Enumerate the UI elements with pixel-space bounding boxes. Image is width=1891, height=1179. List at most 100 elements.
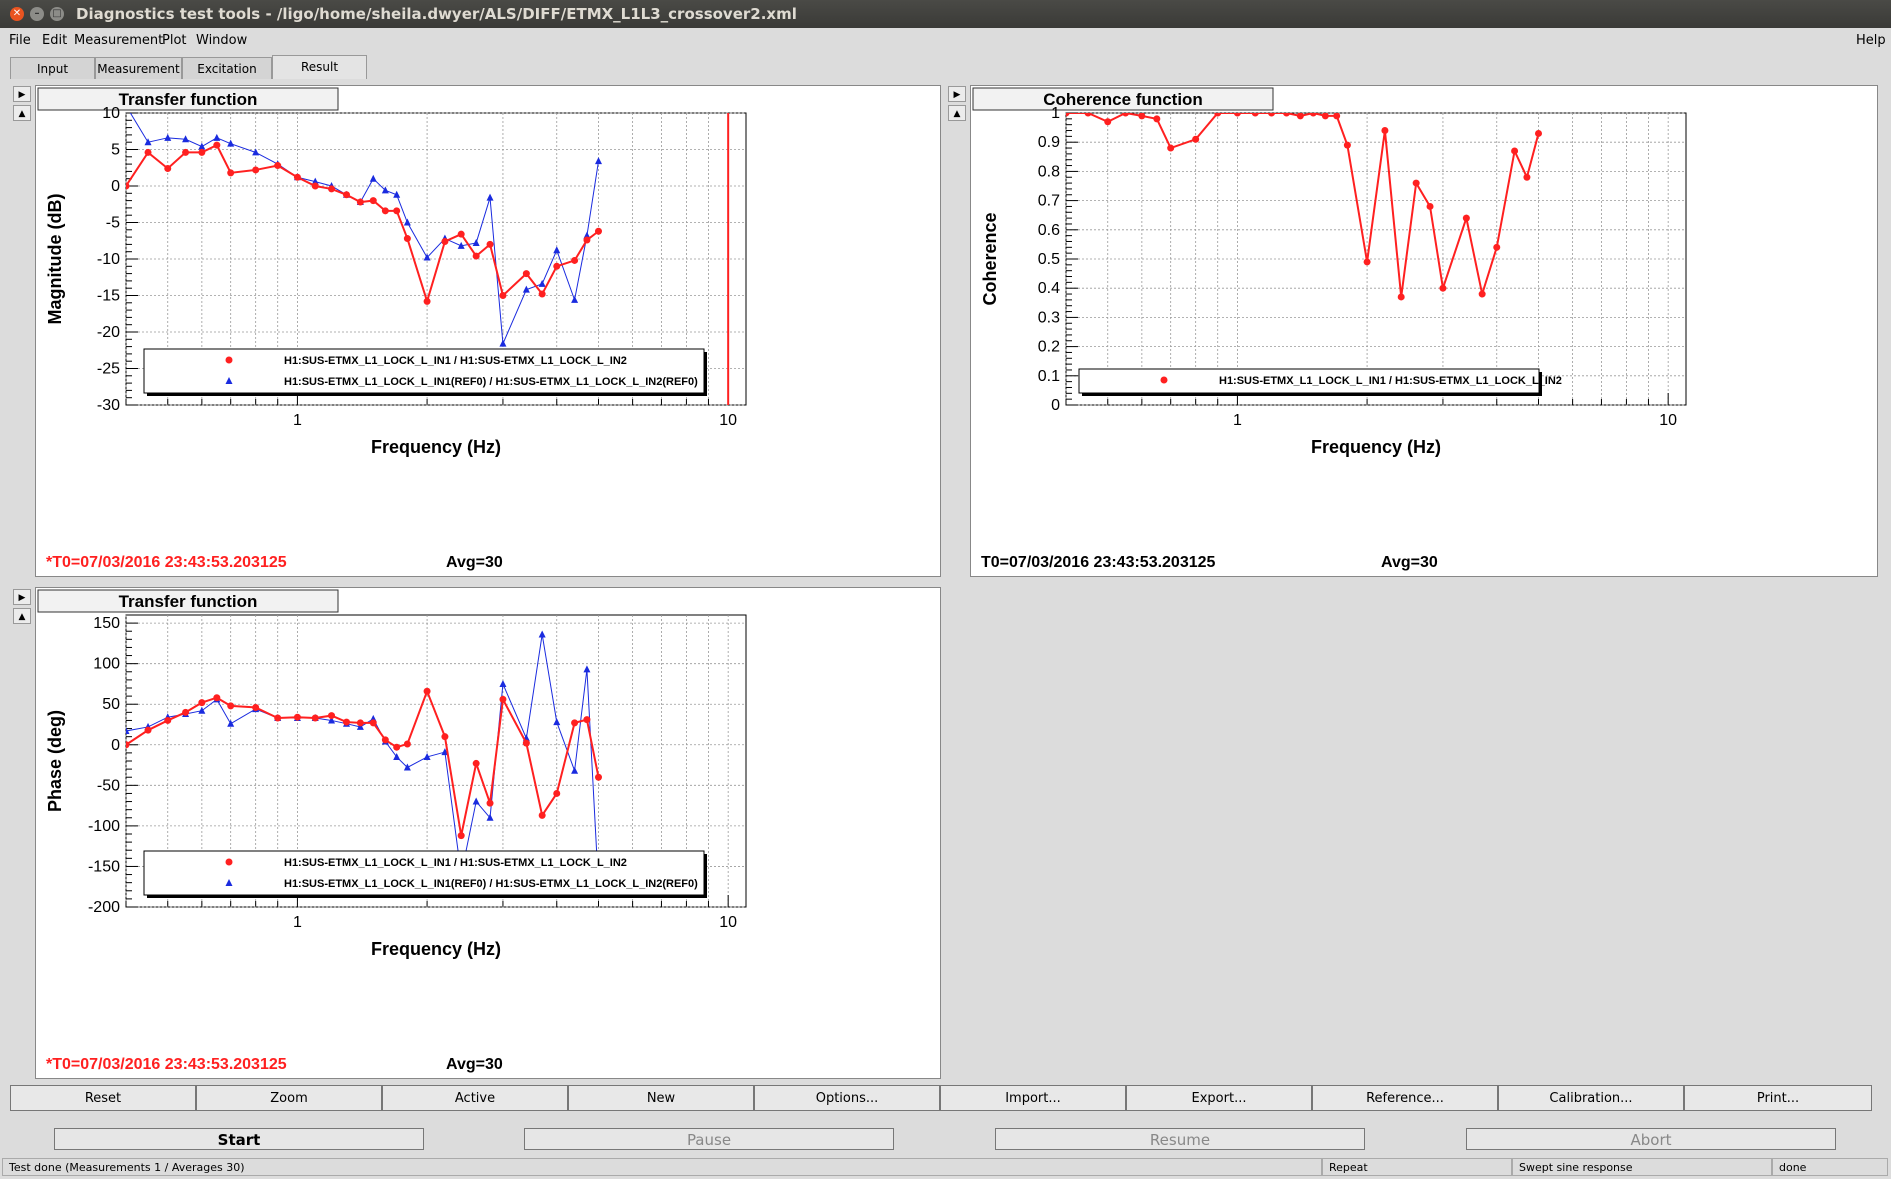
up-arrow-icon[interactable]: ▲ (13, 608, 31, 624)
resume-button[interactable]: Resume (995, 1128, 1365, 1150)
tab-result[interactable]: Result (272, 55, 367, 79)
data-point-red (441, 237, 449, 245)
y-tick-label: 10 (102, 105, 120, 122)
data-point-red (164, 716, 172, 724)
timestamp-label: *T0=07/03/2016 23:43:53.203125 (46, 1056, 287, 1073)
legend-marker-red (225, 356, 233, 364)
zoom-button[interactable]: Zoom (196, 1085, 382, 1111)
reset-button[interactable]: Reset (10, 1085, 196, 1111)
data-point-red (457, 230, 465, 238)
data-point-red (1214, 113, 1222, 117)
calibration-button[interactable]: Calibration... (1498, 1085, 1684, 1111)
y-tick-label: 0.2 (1038, 339, 1060, 356)
data-point-red (356, 719, 364, 727)
data-point-red (393, 207, 401, 215)
data-point-red (423, 297, 431, 305)
y-tick-label: -5 (106, 215, 120, 232)
legend-marker-red (225, 858, 233, 866)
data-point-red (293, 173, 301, 181)
y-axis-label: Magnitude (dB) (45, 194, 65, 325)
up-arrow-icon[interactable]: ▲ (13, 105, 31, 121)
data-point-red (342, 718, 350, 726)
data-point-red (381, 736, 389, 744)
data-point-red (1534, 129, 1542, 137)
y-tick-label: 0.4 (1038, 280, 1060, 297)
y-tick-label: 0.5 (1038, 251, 1060, 268)
menu-measurement[interactable]: Measurement (74, 33, 163, 48)
y-tick-label: 1 (1051, 105, 1060, 122)
data-point-red (198, 699, 206, 707)
data-point-red (403, 235, 411, 243)
pause-button[interactable]: Pause (524, 1128, 894, 1150)
import-button[interactable]: Import... (940, 1085, 1126, 1111)
tab-excitation[interactable]: Excitation (182, 57, 272, 79)
right-arrow-icon[interactable]: ▶ (13, 589, 31, 605)
data-point-red (571, 719, 579, 727)
data-point-red (274, 714, 282, 722)
right-arrow-icon[interactable]: ▶ (13, 86, 31, 102)
export-button[interactable]: Export... (1126, 1085, 1312, 1111)
menu-edit[interactable]: Edit (42, 33, 67, 48)
data-point-red (274, 162, 282, 170)
y-tick-label: -30 (97, 397, 120, 414)
y-tick-label: -100 (88, 818, 120, 835)
legend-label: H1:SUS-ETMX_L1_LOCK_L_IN1(REF0) / H1:SUS… (284, 878, 698, 890)
reference-button[interactable]: Reference... (1312, 1085, 1498, 1111)
tab-input[interactable]: Input (10, 57, 95, 79)
new-button[interactable]: New (568, 1085, 754, 1111)
legend-label: H1:SUS-ETMX_L1_LOCK_L_IN1 / H1:SUS-ETMX_… (284, 355, 627, 367)
data-point-red (328, 185, 336, 193)
menu-help[interactable]: Help (1856, 33, 1886, 48)
options-button[interactable]: Options... (754, 1085, 940, 1111)
active-button[interactable]: Active (382, 1085, 568, 1111)
magnitude-chart[interactable]: Transfer function 1 10 -30 -25 -20 -15 -10 -5 0 5 1… (36, 86, 940, 576)
data-point-red (252, 703, 260, 711)
data-point-red (126, 741, 130, 749)
data-point-red (356, 198, 364, 206)
data-point-red (1192, 135, 1200, 143)
maximize-icon[interactable]: □ (50, 7, 64, 21)
tab-bar: Input Measurement Excitation Result (0, 55, 1891, 81)
right-arrow-icon[interactable]: ▶ (948, 86, 966, 102)
data-point-red (1412, 179, 1420, 187)
data-point-red (393, 743, 401, 751)
data-point-red (213, 694, 221, 702)
y-tick-label: 0.1 (1038, 368, 1060, 385)
phase-panel: Transfer function 1 10 -200 -150 -100 -50 0 50 10… (35, 587, 941, 1079)
chart-title: Coherence function (1043, 90, 1203, 109)
coherence-chart[interactable]: Coherence function1 1000.10.20.30.40.50.6… (971, 86, 1877, 576)
y-tick-label: 150 (93, 615, 120, 632)
up-arrow-icon[interactable]: ▲ (948, 105, 966, 121)
minimize-icon[interactable]: – (30, 7, 44, 21)
data-point-red (1153, 115, 1161, 123)
title-bar: ✕ – □ Diagnostics test tools - /ligo/hom… (0, 0, 1891, 28)
abort-button[interactable]: Abort (1466, 1128, 1836, 1150)
menu-window[interactable]: Window (196, 33, 247, 48)
data-point-red (1523, 173, 1531, 181)
data-point-red (144, 148, 152, 156)
y-tick-label: 0.3 (1038, 309, 1060, 326)
close-icon[interactable]: ✕ (10, 7, 24, 21)
data-point-red (328, 712, 336, 720)
menu-plot[interactable]: Plot (162, 33, 187, 48)
x-axis-label: Frequency (Hz) (371, 939, 501, 959)
timestamp-label: T0=07/03/2016 23:43:53.203125 (981, 554, 1216, 571)
phase-chart[interactable]: Transfer function 1 10 -200 -150 -100 -50 0 50 10… (36, 588, 940, 1078)
start-button[interactable]: Start (54, 1128, 424, 1150)
tab-measurement[interactable]: Measurement (95, 57, 182, 79)
data-point-red (457, 832, 465, 840)
y-tick-label: 0.6 (1038, 222, 1060, 239)
print-button[interactable]: Print... (1684, 1085, 1872, 1111)
y-tick-label: 0.9 (1038, 134, 1060, 151)
coherence-panel: Coherence function 1 10 0 0.1 0.2 0.3 0.4 0.5 0.6… (970, 85, 1878, 577)
y-tick-label: -50 (97, 777, 120, 794)
data-point-red (144, 726, 152, 734)
data-point-red (1511, 147, 1519, 155)
data-point-red (522, 739, 530, 747)
data-point-red (164, 164, 172, 172)
plot-toolbar: Reset Zoom Active New Options... Import.… (10, 1085, 1872, 1111)
data-point-red (126, 182, 130, 190)
data-point-red (1122, 113, 1130, 117)
menu-file[interactable]: File (9, 33, 31, 48)
data-point-red (486, 799, 494, 807)
